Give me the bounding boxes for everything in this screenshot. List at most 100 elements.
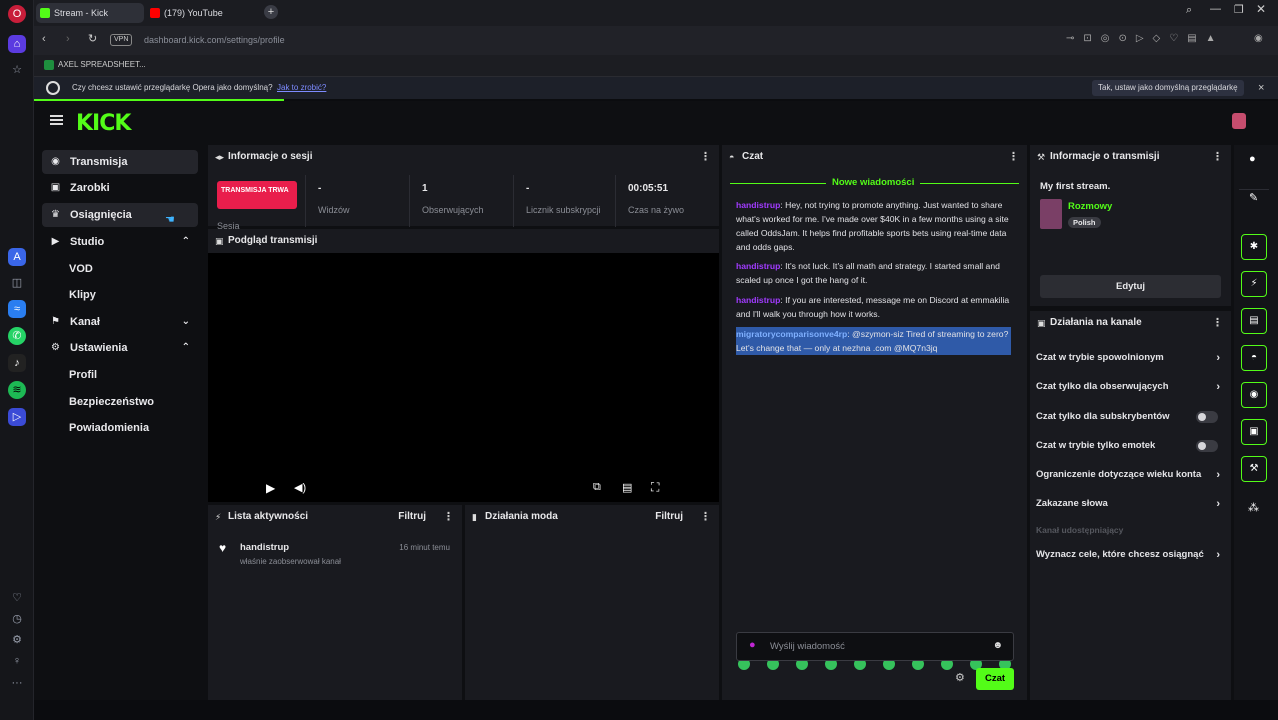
expand-tool-icon[interactable]: ✱	[1241, 234, 1267, 260]
banner-link[interactable]: Jak to zrobić?	[277, 77, 326, 99]
wrench-tool-icon[interactable]: ⚒	[1241, 456, 1267, 482]
chat-send-button[interactable]: Czat	[976, 668, 1014, 690]
url-field[interactable]: dashboard.kick.com/settings/profile	[144, 30, 1144, 51]
chat-username[interactable]: migratorycomparisonve4rp	[736, 329, 847, 339]
profile-icon[interactable]: ◉	[1254, 33, 1263, 44]
panel-header: ▮ Działania moda Filtruj ⋮	[465, 505, 719, 529]
panel-title: Informacje o transmisji	[1050, 151, 1160, 162]
category-thumbnail[interactable]	[1040, 199, 1062, 229]
more-options-icon[interactable]: ⋮	[443, 505, 454, 529]
sidebar-subitem-bezpieczenstwo[interactable]: Bezpieczeństwo	[69, 391, 154, 413]
bookmark-item[interactable]: AXEL SPREADSHEET...	[58, 60, 146, 69]
action-followers-only[interactable]: Czat tylko dla obserwujących ›	[1036, 373, 1226, 401]
sidebar-item-kanal[interactable]: ⚑ Kanał ⌄	[42, 310, 198, 334]
close-window-icon[interactable]: ✕	[1256, 2, 1266, 16]
shield-tool-icon[interactable]: ▣	[1241, 419, 1267, 445]
action-label: Ograniczenie dotyczące wieku konta	[1036, 469, 1202, 480]
new-tab-button[interactable]: +	[264, 5, 278, 19]
sidebar-subitem-vod[interactable]: VOD	[69, 258, 93, 280]
more-options-icon[interactable]: ⋮	[700, 505, 711, 529]
tab-youtube[interactable]: (179) YouTube	[146, 3, 254, 23]
opera-logo-icon[interactable]: O	[8, 5, 26, 23]
forward-icon[interactable]: ›	[66, 33, 70, 45]
subscribers-only-toggle[interactable]	[1196, 411, 1218, 423]
chat-placeholder: Wyślij wiadomość	[770, 641, 845, 652]
action-set-goal[interactable]: Wyznacz cele, które chcesz osiągnąć ›	[1036, 541, 1226, 569]
trophy-icon: ♛	[51, 209, 60, 220]
mod-actions-panel: ▮ Działania moda Filtruj ⋮	[465, 505, 719, 700]
sidebar-subitem-profil[interactable]: Profil	[69, 364, 97, 386]
wallet-icon: ▣	[50, 182, 61, 193]
microphone-icon[interactable]: ●	[749, 639, 756, 651]
tiktok-icon[interactable]: ♪	[8, 354, 26, 372]
sidebar-subitem-klipy[interactable]: Klipy	[69, 284, 96, 306]
chat-username[interactable]: handistrup	[736, 261, 780, 271]
minimize-icon[interactable]: —	[1210, 3, 1221, 15]
filter-button[interactable]: Filtruj	[398, 505, 426, 529]
emoji-icon[interactable]: ☻	[992, 640, 1003, 651]
banner-close-icon[interactable]: ×	[1258, 77, 1264, 99]
sidebar-item-studio[interactable]: ▶ Studio ⌃	[42, 230, 198, 254]
avatar[interactable]	[1232, 113, 1246, 129]
chat-username[interactable]: handistrup	[736, 200, 780, 210]
lightbulb-icon[interactable]: ♀	[8, 652, 26, 670]
play-icon[interactable]: ▶	[266, 481, 275, 495]
broadcast-tool-icon[interactable]: ◉	[1241, 382, 1267, 408]
sidebar-item-osiagniecia[interactable]: ♛ Osiągnięcia ☚	[42, 203, 198, 227]
action-slow-mode[interactable]: Czat w trybie spowolnionym ›	[1036, 344, 1226, 372]
more-icon[interactable]: ···	[8, 674, 26, 692]
spotify-icon[interactable]: ≋	[8, 381, 26, 399]
sidebar-item-transmisja[interactable]: ◉ Transmisja	[42, 150, 198, 174]
heart-icon[interactable]: ♡	[8, 589, 26, 607]
home-icon[interactable]: ⌂	[8, 35, 26, 53]
back-icon[interactable]: ‹	[42, 33, 46, 45]
kick-logo[interactable]: KICK	[76, 111, 131, 136]
whatsapp-icon[interactable]: ✆	[8, 327, 26, 345]
more-options-icon[interactable]: ⋮	[1212, 145, 1223, 169]
chat-input[interactable]: ● Wyślij wiadomość ☻	[736, 632, 1014, 661]
history-icon[interactable]: ◷	[8, 610, 26, 628]
edit-button[interactable]: Edytuj	[1040, 275, 1221, 298]
address-bar: ‹ › ↻ VPN dashboard.kick.com/settings/pr…	[34, 26, 1278, 55]
restore-icon[interactable]: ❐	[1234, 3, 1244, 16]
sidebar-subitem-powiadomienia[interactable]: Powiadomienia	[69, 417, 149, 439]
more-options-icon[interactable]: ⋮	[700, 145, 711, 169]
filter-button[interactable]: Filtruj	[655, 505, 683, 529]
bookmarks-bar: AXEL SPREADSHEET...	[34, 55, 1278, 77]
settings-icon[interactable]: ⚙	[8, 631, 26, 649]
aria-icon[interactable]: A	[8, 248, 26, 266]
vpn-badge[interactable]: VPN	[110, 34, 133, 46]
action-banned-words[interactable]: Zakazane słowa ›	[1036, 490, 1226, 518]
lightning-tool-icon[interactable]: ⚡	[1241, 271, 1267, 297]
fullscreen-icon[interactable]: ⛶	[651, 480, 659, 495]
volume-icon[interactable]: ◀)	[294, 481, 306, 494]
add-widget-icon[interactable]: ⁂	[1248, 501, 1259, 514]
chat-settings-icon[interactable]: ⚙	[955, 671, 965, 684]
star-icon[interactable]: ☆	[8, 61, 26, 79]
emote-only-toggle[interactable]	[1196, 440, 1218, 452]
category-link[interactable]: Rozmowy	[1068, 201, 1112, 212]
sidebar-item-ustawienia[interactable]: ⚙ Ustawienia ⌃	[42, 336, 198, 360]
chat-username[interactable]: handistrup	[736, 295, 780, 305]
pencil-icon[interactable]: ✎	[1249, 191, 1258, 204]
theater-mode-icon[interactable]: ▤	[622, 481, 632, 494]
sidebar-item-zarobki[interactable]: ▣ Zarobki	[42, 176, 198, 200]
document-tool-icon[interactable]: ▤	[1241, 308, 1267, 334]
picture-in-picture-icon[interactable]: ⧉	[593, 481, 601, 494]
player-icon[interactable]: ▷	[8, 408, 26, 426]
info-icon[interactable]: ●	[1249, 153, 1256, 165]
search-tabs-icon[interactable]: ⌕	[1186, 4, 1192, 17]
more-options-icon[interactable]: ⋮	[1212, 311, 1223, 335]
shopping-icon[interactable]: ◫	[8, 274, 26, 292]
reload-icon[interactable]: ↻	[88, 32, 97, 45]
activity-user[interactable]: handistrup	[240, 542, 289, 553]
chat-tool-icon[interactable]: ◓	[1241, 345, 1267, 371]
tab-kick[interactable]: Stream - Kick Dashboard	[36, 3, 144, 38]
menu-icon[interactable]	[50, 115, 63, 125]
more-options-icon[interactable]: ⋮	[1008, 145, 1019, 169]
address-bar-extension-icons[interactable]: ⊸⊡◎⊙▷◇♡▤▲	[1066, 33, 1225, 44]
set-default-button[interactable]: Tak, ustaw jako domyślną przeglądarkę	[1092, 80, 1244, 96]
messenger-icon[interactable]: ≈	[8, 300, 26, 318]
action-account-age[interactable]: Ograniczenie dotyczące wieku konta ›	[1036, 461, 1226, 489]
wrench-icon: ⚒	[1037, 152, 1046, 162]
